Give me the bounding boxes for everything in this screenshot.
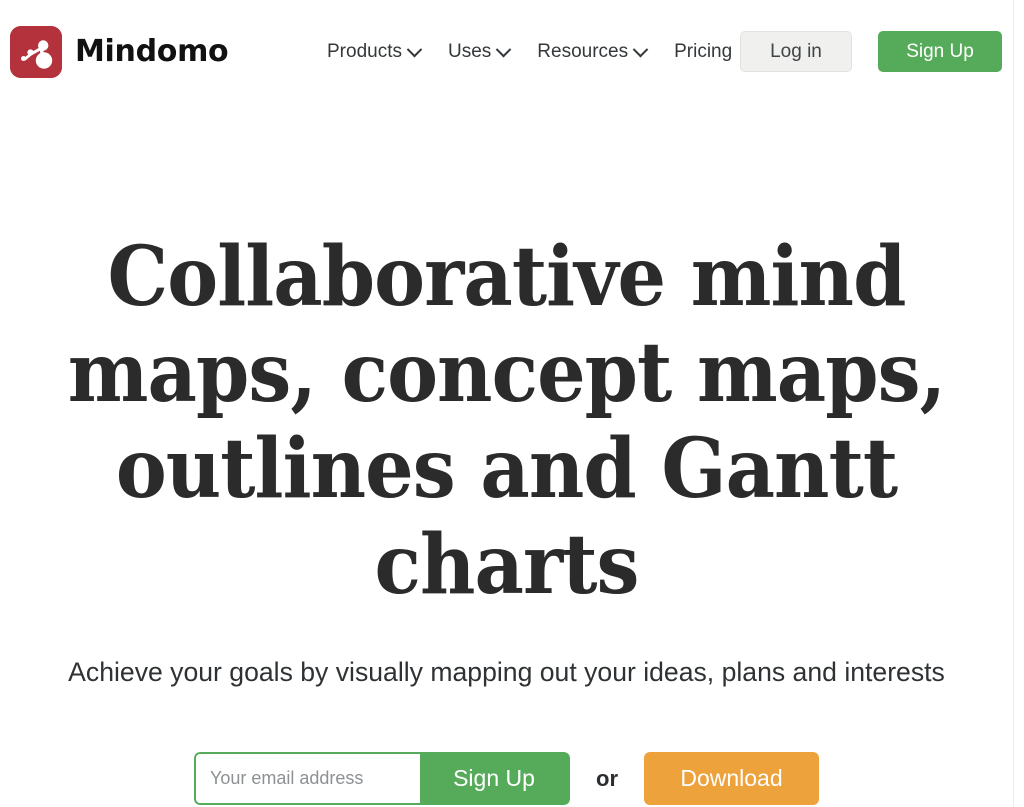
email-input[interactable] <box>194 752 420 805</box>
signup-cta-row: Sign Up or Download <box>0 752 1013 805</box>
nav-item-label: Pricing <box>674 41 733 62</box>
login-button[interactable]: Log in <box>740 31 852 72</box>
nav-item-pricing[interactable]: Pricing <box>660 38 746 66</box>
primary-navigation: Products Uses Resources Pricing <box>313 38 746 66</box>
download-button[interactable]: Download <box>644 752 819 805</box>
landing-page: Mindomo Products Uses Resources Pricing … <box>0 0 1024 807</box>
page-title: Collaborative mind maps, concept maps, o… <box>67 229 946 613</box>
auth-actions: Log in Sign Up <box>740 31 1002 72</box>
chevron-down-icon <box>632 41 649 57</box>
hero-section: Collaborative mind maps, concept maps, o… <box>0 104 1013 807</box>
email-signup-group: Sign Up <box>194 752 570 805</box>
site-header: Mindomo Products Uses Resources Pricing … <box>0 0 1013 104</box>
brand-name: Mindomo <box>75 34 229 69</box>
mindomo-logo-icon <box>10 26 62 78</box>
nav-item-resources[interactable]: Resources <box>523 38 660 66</box>
brand-logo-link[interactable]: Mindomo <box>10 26 229 78</box>
nav-item-uses[interactable]: Uses <box>434 38 523 66</box>
chevron-down-icon <box>406 41 423 57</box>
or-separator-label: or <box>596 765 618 791</box>
nav-item-label: Uses <box>447 41 492 62</box>
nav-item-label: Resources <box>537 41 629 62</box>
nav-item-label: Products <box>327 41 402 62</box>
page-subtitle: Achieve your goals by visually mapping o… <box>68 657 945 687</box>
chevron-down-icon <box>496 41 512 57</box>
page-scrollbar[interactable] <box>1013 0 1024 807</box>
signup-button-form[interactable]: Sign Up <box>420 752 570 805</box>
signup-button-header[interactable]: Sign Up <box>878 31 1002 72</box>
nav-item-products[interactable]: Products <box>313 38 434 66</box>
